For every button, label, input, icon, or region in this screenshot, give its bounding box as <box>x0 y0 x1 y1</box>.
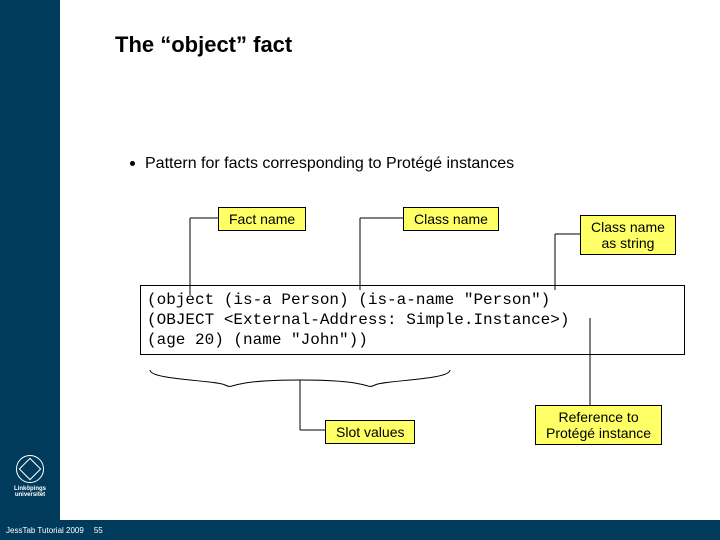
sidebar: Linköpings universitet <box>0 0 60 540</box>
footer-source: JessTab Tutorial 2009 <box>6 526 84 535</box>
code-line-2: (OBJECT <External-Address: Simple.Instan… <box>147 310 678 330</box>
footer: JessTab Tutorial 2009 55 <box>0 520 720 540</box>
code-line-3: (age 20) (name "John")) <box>147 330 678 350</box>
bullet-dot-icon <box>130 161 135 166</box>
slide: Linköpings universitet JessTab Tutorial … <box>0 0 720 540</box>
slide-title: The “object” fact <box>115 32 292 58</box>
label-class-name: Class name <box>403 207 499 231</box>
label-reference: Reference to Protégé instance <box>535 405 662 445</box>
label-class-name-string: Class name as string <box>580 215 676 255</box>
bullet-line: Pattern for facts corresponding to Proté… <box>130 155 514 173</box>
bullet-text: Pattern for facts corresponding to Proté… <box>145 155 514 172</box>
university-name: Linköpings universitet <box>0 486 60 498</box>
code-line-1: (object (is-a Person) (is-a-name "Person… <box>147 290 678 310</box>
footer-page: 55 <box>94 526 103 535</box>
code-block: (object (is-a Person) (is-a-name "Person… <box>140 285 685 355</box>
university-logo: Linköpings universitet <box>0 455 60 498</box>
label-slot-values: Slot values <box>325 420 415 444</box>
label-fact-name: Fact name <box>218 207 306 231</box>
seal-icon <box>16 455 44 483</box>
content-area: The “object” fact Pattern for facts corr… <box>60 0 720 520</box>
